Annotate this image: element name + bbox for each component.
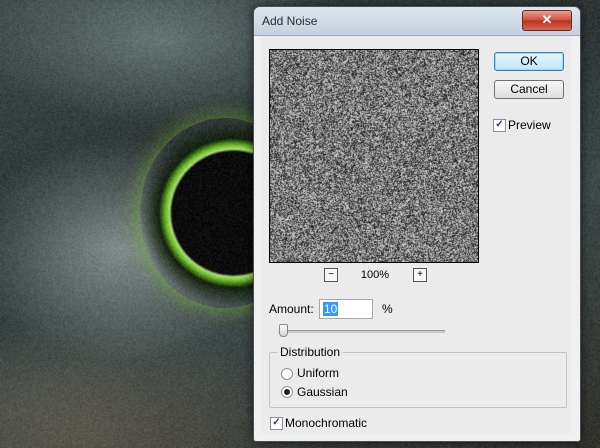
amount-label: Amount:: [269, 302, 314, 316]
preview-label: Preview: [508, 118, 551, 132]
ok-button[interactable]: OK: [494, 52, 564, 71]
dialog-title: Add Noise: [262, 14, 317, 28]
amount-slider-track[interactable]: [279, 330, 445, 333]
uniform-label: Uniform: [297, 366, 339, 380]
distribution-group: [269, 352, 567, 408]
gaussian-label: Gaussian: [297, 385, 348, 399]
distribution-label: Distribution: [277, 345, 343, 359]
gaussian-radio[interactable]: [281, 386, 293, 398]
radio-selected-dot: [284, 389, 290, 395]
plus-icon: +: [417, 269, 423, 280]
add-noise-dialog: Add Noise ✕ − 100% + OK Cancel ✓ Preview…: [253, 6, 581, 442]
amount-value: 10: [323, 302, 338, 316]
monochromatic-label: Monochromatic: [285, 416, 367, 430]
checkmark-icon: ✓: [495, 119, 503, 130]
preview-checkbox[interactable]: ✓: [493, 119, 506, 132]
noise-preview[interactable]: [269, 49, 479, 263]
uniform-radio[interactable]: [281, 368, 293, 380]
minus-icon: −: [328, 269, 334, 280]
zoom-out-button[interactable]: −: [324, 268, 338, 282]
zoom-level: 100%: [355, 269, 395, 281]
dialog-body: − 100% + OK Cancel ✓ Preview Amount: 10 …: [261, 36, 571, 434]
amount-slider-handle[interactable]: [279, 324, 288, 337]
zoom-in-button[interactable]: +: [413, 268, 427, 282]
monochromatic-checkbox[interactable]: ✓: [270, 417, 283, 430]
title-bar[interactable]: Add Noise ✕: [254, 7, 580, 36]
close-icon: ✕: [542, 12, 553, 27]
amount-unit: %: [382, 302, 393, 316]
amount-input[interactable]: 10: [319, 299, 373, 319]
cancel-button[interactable]: Cancel: [494, 80, 564, 99]
checkmark-icon: ✓: [272, 417, 280, 428]
preview-image: [270, 50, 478, 262]
close-button[interactable]: ✕: [522, 10, 572, 31]
